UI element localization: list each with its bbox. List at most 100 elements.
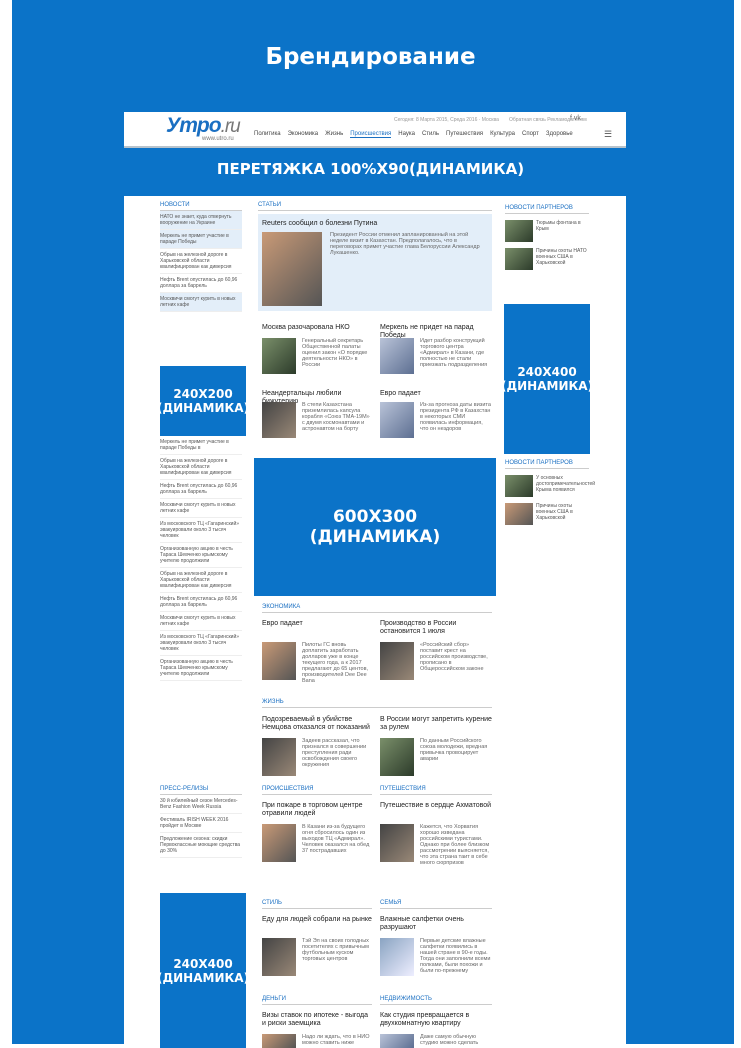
partner-heading[interactable]: НОВОСТИ ПАРТНЕРОВ — [505, 205, 589, 214]
travel-heading[interactable]: ПУТЕШЕСТВИЯ — [380, 786, 492, 795]
nav-item[interactable]: Жизнь — [325, 131, 343, 138]
article-title[interactable]: Визы ставок по ипотеке - выгода и риски … — [262, 1012, 372, 1028]
banner-600x300[interactable]: 600X300 (ДИНАМИКА) — [254, 458, 496, 596]
article-photo[interactable] — [380, 1034, 414, 1048]
article-text: «Российский сбор» поставит крест на росс… — [420, 642, 488, 672]
partner-photo[interactable] — [505, 503, 533, 525]
nav-item[interactable]: Культура — [490, 131, 515, 138]
article-photo[interactable] — [380, 338, 414, 374]
banner-240x400-left[interactable]: 240X400 (ДИНАМИКА) — [157, 893, 249, 1048]
news-item[interactable]: Москвичи смогут курить в новых летних ка… — [160, 499, 242, 518]
top-story-title[interactable]: Reuters сообщил о болезни Путина — [262, 220, 482, 228]
nav-item[interactable]: Экономика — [288, 131, 319, 138]
article-title[interactable]: Евро падает — [262, 620, 372, 628]
news-item[interactable]: Из московского ТЦ «Гагаринский» эвакуиро… — [160, 631, 242, 656]
article-photo[interactable] — [380, 402, 414, 438]
article-photo[interactable] — [380, 642, 414, 680]
partner-photo[interactable] — [505, 248, 533, 270]
partner-photo[interactable] — [505, 220, 533, 242]
news-item[interactable]: Нефть Brent опустилась до 60,96 доллара … — [160, 274, 242, 293]
nav-item-active[interactable]: Происшествия — [350, 131, 392, 138]
nav-item[interactable]: Наука — [398, 131, 415, 138]
partner-text[interactable]: У основных достопримечательностей Крыма … — [536, 475, 595, 497]
article-photo[interactable] — [380, 738, 414, 776]
article-title[interactable]: Евро падает — [380, 390, 492, 398]
article-title[interactable]: В России могут запретить курение за руле… — [380, 716, 492, 732]
partner-text[interactable]: Причины охоты военных США в Харьковской — [536, 503, 589, 525]
partner-photo[interactable] — [505, 475, 533, 497]
partner-heading[interactable]: НОВОСТИ ПАРТНЕРОВ — [505, 460, 589, 469]
news-item[interactable]: Организованную акцию в честь Тараса Шевч… — [160, 656, 242, 681]
article-title[interactable]: Влажные салфетки очень разрушают — [380, 916, 492, 932]
press-heading[interactable]: ПРЕСС-РЕЛИЗЫ — [160, 786, 242, 795]
partner-item[interactable]: У основных достопримечательностей Крыма … — [505, 475, 595, 497]
nav-item[interactable]: Спорт — [522, 131, 539, 138]
press-item[interactable]: Предложение сезона: скидки Первоклассные… — [160, 833, 242, 858]
incidents-heading[interactable]: ПРОИСШЕСТВИЯ — [262, 786, 372, 795]
realty-heading[interactable]: НЕДВИЖИМОСТЬ — [380, 996, 492, 1005]
news-item[interactable]: НАТО не знает, куда отвернуть вооружение… — [160, 211, 242, 230]
money-heading[interactable]: ДЕНЬГИ — [262, 996, 372, 1005]
news-item[interactable]: Меркель не примет участие в параде Побед… — [160, 230, 242, 249]
article-title[interactable]: Еду для людей собрали на рынке — [262, 916, 372, 924]
news-item[interactable]: Москвичи смогут курить в новых летних ка… — [160, 612, 242, 631]
banner-240x400-right[interactable]: 240X400 (ДИНАМИКА) — [501, 304, 593, 454]
press-item[interactable]: Фестиваль IRISH WEEK 2016 пройдет в Моск… — [160, 814, 242, 833]
news-heading[interactable]: НОВОСТИ — [160, 202, 242, 211]
partner-item[interactable]: Тюрьмы фонтана в Крым — [505, 220, 589, 242]
site-logo[interactable]: Утро.ru www.utro.ru — [166, 114, 241, 142]
partner-news-2: НОВОСТИ ПАРТНЕРОВ У основных достопримеч… — [505, 460, 595, 525]
article-photo[interactable] — [262, 1034, 296, 1048]
nav-item[interactable]: Здоровье — [546, 131, 573, 138]
news-item[interactable]: Нефть Brent опустилась до 60,96 доллара … — [160, 480, 242, 499]
top-story-photo[interactable] — [262, 232, 322, 306]
partner-item[interactable]: Причины охоты военных США в Харьковской — [505, 503, 589, 525]
page-content: НОВОСТИ НАТО не знает, куда отвернуть во… — [124, 196, 626, 1048]
news-item[interactable]: Нефть Brent опустилась до 60,96 доллара … — [160, 593, 242, 612]
article-text: Надо ли ждать, что в НИО можно ставить н… — [302, 1034, 370, 1046]
articles-heading[interactable]: СТАТЬИ — [258, 202, 492, 211]
partner-text[interactable]: Тюрьмы фонтана в Крым — [536, 220, 589, 242]
article-photo[interactable] — [380, 938, 414, 976]
news-item[interactable]: Обрыв на железной дороге в Харьковской о… — [160, 568, 242, 593]
nav-item[interactable]: Стиль — [422, 131, 439, 138]
news-list-2: Меркель не примет участие в параде Побед… — [160, 436, 242, 681]
article-photo[interactable] — [262, 938, 296, 976]
news-column: НОВОСТИ НАТО не знает, куда отвернуть во… — [160, 202, 242, 312]
life-heading[interactable]: ЖИЗНЬ — [262, 699, 492, 708]
social-icons[interactable]: f vk — [570, 115, 581, 122]
press-item[interactable]: 30 й юбилейный сезон Mercedes-Benz Fashi… — [160, 795, 242, 814]
header-date: Сегодня: 8 Марта 2015, Среда 2016 · Моск… — [394, 117, 499, 123]
partner-text[interactable]: Причины охоты НАТО военных США в Харьков… — [536, 248, 589, 270]
nav-item[interactable]: Путешествия — [446, 131, 483, 138]
article-title[interactable]: Москва разочаровала НКО — [262, 324, 372, 332]
family-heading[interactable]: СЕМЬЯ — [380, 900, 492, 909]
article-title[interactable]: Как студия превращается в двухкомнатную … — [380, 1012, 492, 1028]
news-item[interactable]: Обрыв на железной дороге в Харьковской о… — [160, 455, 242, 480]
article-title[interactable]: Путешествие в сердце Ахматовой — [380, 802, 492, 810]
article-photo[interactable] — [262, 738, 296, 776]
article-photo[interactable] — [380, 824, 414, 862]
news-item[interactable]: Москвичи смогут курить в новых летних ка… — [160, 293, 242, 312]
article-photo[interactable] — [262, 824, 296, 862]
article-title[interactable]: При пожаре в торговом центре отравили лю… — [262, 802, 372, 818]
news-item[interactable]: Из московского ТЦ «Гагаринский» эвакуиро… — [160, 518, 242, 543]
article-text: Кажется, что Хорватия хорошо изведана ро… — [420, 824, 490, 866]
article-text: Из-за прогноза даты визита президента РФ… — [420, 402, 491, 432]
style-heading[interactable]: СТИЛЬ — [262, 900, 372, 909]
article-text: Первые детские влажные салфетки появилис… — [420, 938, 491, 974]
article-photo[interactable] — [262, 338, 296, 374]
article-text: Идет разбор конструкций торгового центра… — [420, 338, 488, 368]
news-item[interactable]: Организованную акцию в честь Тараса Шевч… — [160, 543, 242, 568]
banner-240x200[interactable]: 240X200 (ДИНАМИКА) — [157, 366, 249, 436]
nav-item[interactable]: Политика — [254, 131, 281, 138]
news-item[interactable]: Обрыв на железной дороге в Харьковской о… — [160, 249, 242, 274]
partner-item[interactable]: Причины охоты НАТО военных США в Харьков… — [505, 248, 589, 270]
article-photo[interactable] — [262, 642, 296, 680]
menu-icon[interactable]: ☰ — [604, 129, 612, 140]
article-photo[interactable] — [262, 402, 296, 438]
article-title[interactable]: Подозреваемый в убийстве Немцова отказал… — [262, 716, 372, 732]
news-item[interactable]: Меркель не примет участие в параде Побед… — [160, 436, 242, 455]
article-title[interactable]: Производство в России остановится 1 июля — [380, 620, 492, 636]
economy-heading[interactable]: ЭКОНОМИКА — [262, 604, 492, 613]
